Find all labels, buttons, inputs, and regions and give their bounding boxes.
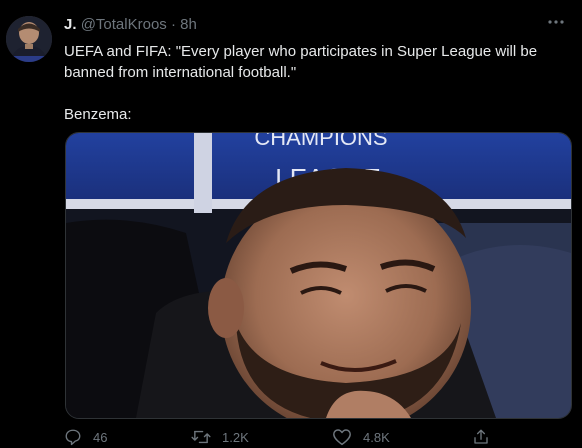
reply-icon (65, 429, 81, 446)
heart-icon (333, 429, 351, 446)
tweet-header: J. @TotalKroos · 8h (64, 16, 197, 33)
tweet-media[interactable]: CHAMPIONS LEAGUE (65, 132, 572, 419)
display-name[interactable]: J. (64, 16, 77, 33)
more-options-button[interactable] (542, 12, 570, 32)
media-image: CHAMPIONS LEAGUE (66, 133, 571, 418)
avatar-image (6, 16, 52, 62)
tweet-text: UEFA and FIFA: "Every player who partici… (64, 41, 564, 125)
separator: · (170, 16, 176, 33)
like-count: 4.8K (363, 429, 390, 445)
banner-text-top: CHAMPIONS (254, 133, 387, 150)
tweet[interactable]: J. @TotalKroos · 8h UEFA and FIFA: "Ever… (0, 0, 582, 448)
share-icon (474, 429, 488, 444)
tweet-actions: 46 1.2K 4.8K (64, 428, 504, 448)
avatar[interactable] (6, 16, 52, 62)
user-handle[interactable]: @TotalKroos (81, 16, 167, 33)
reply-button[interactable]: 46 (64, 428, 107, 446)
tweet-text-line3: Benzema: (64, 106, 132, 123)
like-button[interactable]: 4.8K (332, 428, 390, 446)
timestamp[interactable]: 8h (180, 16, 197, 33)
share-button[interactable] (472, 428, 490, 446)
tweet-text-line2: banned from international football." (64, 64, 297, 81)
reply-count: 46 (93, 429, 108, 445)
retweet-count: 1.2K (222, 429, 249, 445)
more-icon (548, 20, 564, 24)
tweet-text-line1: UEFA and FIFA: "Every player who partici… (64, 43, 538, 60)
retweet-icon (191, 430, 211, 444)
retweet-button[interactable]: 1.2K (191, 428, 249, 446)
